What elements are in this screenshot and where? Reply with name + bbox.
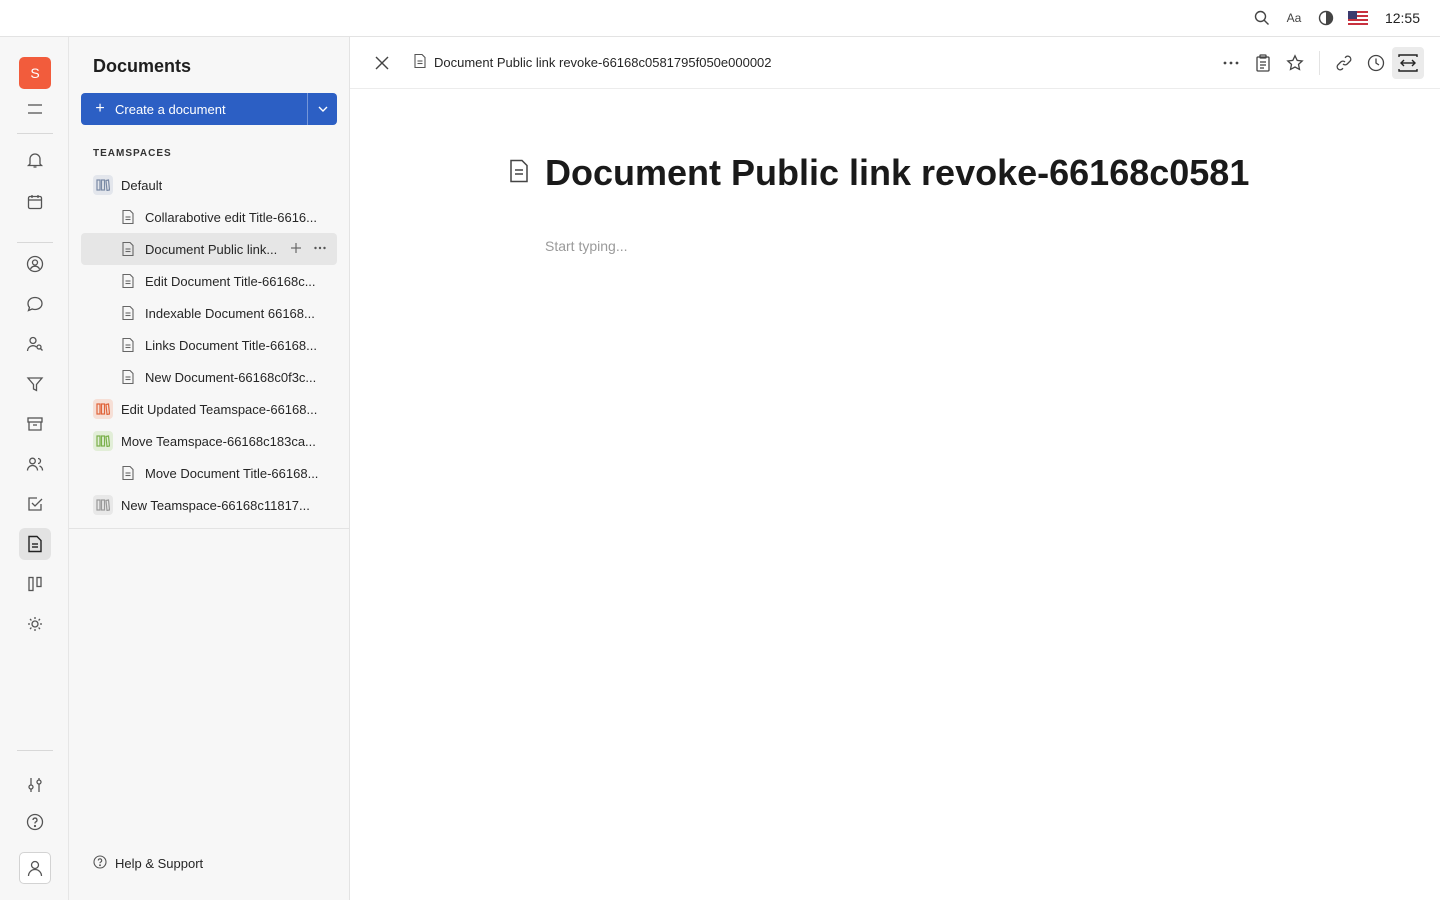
tree-document[interactable]: Move Document Title-66168... <box>81 457 337 489</box>
documents-navigator: Documents + Create a document TEAMSPACES… <box>69 37 350 900</box>
tree-item-label: Edit Document Title-66168c... <box>145 273 316 289</box>
bell-icon[interactable] <box>19 144 51 176</box>
document-icon <box>122 305 136 321</box>
chevron-down-icon[interactable] <box>307 93 337 125</box>
navigator-title: Documents <box>93 56 192 76</box>
tree-item-label: Indexable Document 66168... <box>145 305 315 321</box>
document-editor: Document Public link revoke-66168c058179… <box>350 37 1440 900</box>
history-clock-icon[interactable] <box>1364 51 1388 75</box>
tree-item-label: Edit Updated Teamspace-66168... <box>121 401 318 417</box>
font-size-icon[interactable]: Aa <box>1284 8 1304 28</box>
tree-item-label: Default <box>121 177 163 193</box>
document-icon <box>122 273 136 289</box>
search-icon[interactable] <box>1252 8 1272 28</box>
help-support-link[interactable]: Help & Support <box>93 855 203 872</box>
plus-icon: + <box>95 100 105 117</box>
teamspace-tree: Default Collarabotive edit Title-6616...… <box>81 169 337 521</box>
settings-sliders-icon[interactable] <box>19 769 51 801</box>
help-icon <box>93 855 107 872</box>
inventory-icon[interactable] <box>19 408 51 440</box>
recruit-icon[interactable] <box>19 328 51 360</box>
sun-icon[interactable] <box>19 608 51 640</box>
link-icon[interactable] <box>1332 51 1356 75</box>
tree-document[interactable]: Indexable Document 66168... <box>81 297 337 329</box>
tree-document[interactable]: Edit Document Title-66168c... <box>81 265 337 297</box>
breadcrumb-label: Document Public link revoke-66168c058179… <box>434 55 772 70</box>
more-options-icon[interactable] <box>1219 51 1243 75</box>
teamspace-default[interactable]: Default <box>81 169 337 201</box>
teamspace-new[interactable]: New Teamspace-66168c11817... <box>81 489 337 521</box>
toggle-aside-icon[interactable] <box>1392 47 1424 79</box>
teamspace-edit-updated[interactable]: Edit Updated Teamspace-66168... <box>81 393 337 425</box>
teamspaces-section-label: TEAMSPACES <box>93 148 172 159</box>
team-icon[interactable] <box>19 448 51 480</box>
tree-item-label: Links Document Title-66168... <box>145 337 317 353</box>
top-bar: Aa 12:55 <box>0 0 1440 37</box>
tree-document-selected[interactable]: Document Public link... <box>81 233 337 265</box>
document-icon <box>122 465 136 481</box>
help-icon[interactable] <box>19 806 51 838</box>
menu-icon[interactable] <box>19 93 51 125</box>
us-flag-icon[interactable] <box>1348 11 1368 25</box>
documents-icon[interactable] <box>19 528 51 560</box>
add-subdocument-icon[interactable] <box>289 241 303 258</box>
tree-item-label: Collarabotive edit Title-6616... <box>145 209 317 225</box>
board-icon[interactable] <box>19 568 51 600</box>
clipboard-icon[interactable] <box>1251 51 1275 75</box>
document-icon <box>122 241 136 257</box>
document-body-placeholder[interactable]: Start typing... <box>545 238 627 254</box>
tree-item-label: New Document-66168c0f3c... <box>145 369 317 385</box>
tasks-icon[interactable] <box>19 488 51 520</box>
calendar-icon[interactable] <box>19 186 51 218</box>
app-rail: S <box>0 37 69 900</box>
tree-item-label: Move Document Title-66168... <box>145 465 319 481</box>
document-icon <box>509 159 529 188</box>
funnel-icon[interactable] <box>19 368 51 400</box>
document-icon <box>122 369 136 385</box>
create-document-button[interactable]: + Create a document <box>81 93 337 125</box>
create-document-label: Create a document <box>115 101 226 117</box>
tree-document[interactable]: New Document-66168c0f3c... <box>81 361 337 393</box>
clock: 12:55 <box>1384 10 1420 26</box>
workspace-logo[interactable]: S <box>19 57 51 89</box>
breadcrumb[interactable]: Document Public link revoke-66168c058179… <box>414 53 772 71</box>
tree-document[interactable]: Links Document Title-66168... <box>81 329 337 361</box>
close-icon[interactable] <box>372 53 392 78</box>
teamspace-icon <box>93 175 113 195</box>
teamspace-move[interactable]: Move Teamspace-66168c183ca... <box>81 425 337 457</box>
document-title[interactable]: Document Public link revoke-66168c0581 <box>545 152 1249 194</box>
teamspace-icon <box>93 431 113 451</box>
row-actions <box>289 241 327 258</box>
tree-item-label: Document Public link... <box>145 241 278 257</box>
document-header: Document Public link revoke-66168c058179… <box>350 37 1440 89</box>
contacts-icon[interactable] <box>19 248 51 280</box>
help-support-label: Help & Support <box>115 856 204 871</box>
theme-contrast-icon[interactable] <box>1316 8 1336 28</box>
teamspace-icon <box>93 495 113 515</box>
tree-document[interactable]: Collarabotive edit Title-6616... <box>81 201 337 233</box>
more-options-icon[interactable] <box>313 241 327 258</box>
chat-icon[interactable] <box>19 288 51 320</box>
document-icon <box>414 53 426 71</box>
document-icon <box>122 209 136 225</box>
document-icon <box>122 337 136 353</box>
profile-icon[interactable] <box>19 852 51 884</box>
teamspace-icon <box>93 399 113 419</box>
tree-item-label: New Teamspace-66168c11817... <box>121 497 310 513</box>
tree-item-label: Move Teamspace-66168c183ca... <box>121 433 316 449</box>
star-icon[interactable] <box>1283 51 1307 75</box>
